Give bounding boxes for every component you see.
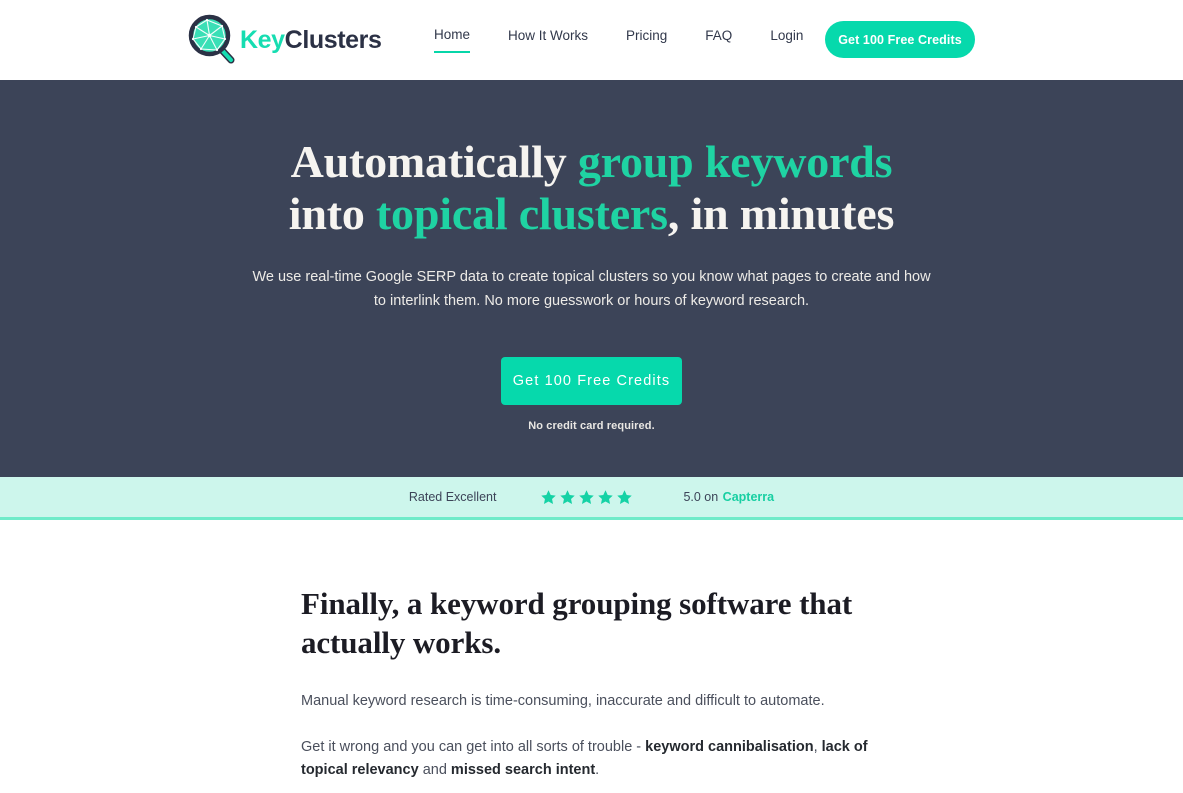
site-header: KeyClusters Home How It Works Pricing FA…	[0, 0, 1183, 80]
magnifying-glass-cluster-icon	[188, 14, 235, 64]
para2-mid-2: and	[418, 762, 451, 779]
hero-section: Automatically group keywords into topica…	[0, 80, 1183, 477]
body-paragraph-1: Manual keyword research is time-consumin…	[301, 693, 825, 710]
hero-subtitle: We use real-time Google SERP data to cre…	[252, 268, 931, 309]
nav-item-faq[interactable]: FAQ	[705, 28, 732, 52]
hero-cta-note: No credit card required.	[528, 420, 655, 433]
para2-pre: Get it wrong and you can get into all so…	[301, 738, 646, 755]
nav-item-pricing[interactable]: Pricing	[626, 28, 667, 52]
nav-item-how-it-works[interactable]: How It Works	[508, 28, 588, 52]
hero-title-line1: Automatically group keywords	[291, 136, 893, 187]
para2-bold-3: missed search intent	[450, 762, 596, 779]
brand-wordmark: KeyClusters	[240, 25, 382, 54]
header-cta-button[interactable]: Get 100 Free Credits	[825, 21, 975, 58]
main-content: Finally, a keyword grouping software tha…	[0, 520, 1183, 783]
hero-title-highlight-2: topical clusters	[375, 187, 668, 239]
rating-label: Rated Excellent	[408, 490, 497, 504]
hero-title-plain-1: Automatically	[290, 136, 578, 187]
para2-bold-1: keyword cannibalisation	[645, 738, 814, 755]
para2-end: .	[595, 762, 600, 779]
star-icon	[541, 489, 557, 504]
body-paragraph-2: Get it wrong and you can get into all so…	[301, 736, 901, 783]
brand-logo[interactable]: KeyClusters	[188, 14, 382, 66]
hero-cta-button[interactable]: Get 100 Free Credits	[501, 357, 682, 406]
main-navigation: Home How It Works Pricing FAQ Login	[434, 0, 803, 80]
brand-name-key: Key	[240, 25, 285, 54]
brand-name-clusters: Clusters	[284, 25, 382, 54]
section-title: Finally, a keyword grouping software tha…	[301, 586, 853, 661]
rating-stars	[540, 489, 633, 506]
hero-title-line2: into topical clusters, in minutes	[288, 187, 895, 239]
nav-item-login[interactable]: Login	[770, 28, 803, 52]
star-icon	[579, 489, 595, 504]
hero-title-highlight-1: group keywords	[577, 136, 893, 187]
rating-bar: Rated Excellent 5.0 on Capterra	[0, 477, 1183, 520]
star-icon	[560, 489, 576, 504]
rating-score: 5.0 on	[683, 490, 719, 504]
nav-item-home[interactable]: Home	[434, 27, 471, 53]
rating-source-link[interactable]: Capterra	[723, 490, 774, 504]
star-icon	[598, 489, 614, 504]
hero-title-plain-3: , in minutes	[667, 187, 895, 239]
hero-title: Automatically group keywords into topica…	[0, 136, 1183, 240]
para2-mid-1: ,	[813, 738, 822, 755]
star-icon	[617, 489, 633, 504]
hero-title-plain-2: into	[288, 187, 376, 239]
